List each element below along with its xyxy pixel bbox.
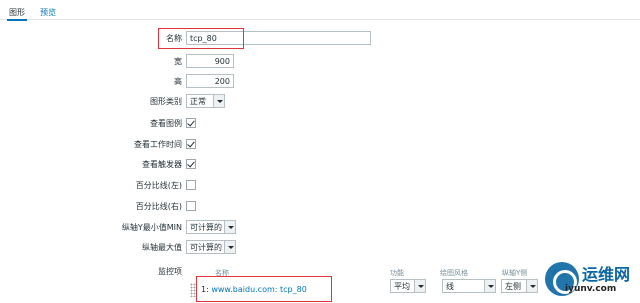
percentile-right-label: 百分比线(右) (135, 202, 182, 211)
width-label: 宽 (174, 57, 182, 66)
show-legend-row: 查看图例 (0, 113, 640, 133)
tab-graph[interactable]: 图形 (7, 7, 27, 21)
height-row: 高 200 (0, 71, 640, 91)
y-max-row: 纵轴最大值 可计算的 (0, 237, 640, 257)
y-min-row: 纵轴Y最小值MIN 可计算的 (0, 217, 640, 237)
height-label: 高 (174, 77, 182, 86)
tab-bar: 图形 预览 (0, 0, 640, 21)
percentile-left-row: 百分比线(左) (0, 175, 640, 195)
items-header-y-side: 纵轴Y侧 (502, 269, 528, 277)
items-header-draw-style: 绘图风格 (440, 269, 468, 277)
graph-form: 名称 tcp_80 宽 900 高 200 图形类别 正常 查看图例 查看工作时… (0, 21, 640, 303)
height-input[interactable]: 200 (186, 74, 234, 88)
chevron-down-icon (224, 221, 235, 233)
show-legend-checkbox[interactable] (186, 118, 196, 128)
show-working-time-row: 查看工作时间 (0, 134, 640, 154)
y-max-select[interactable]: 可计算的 (186, 240, 236, 254)
show-working-time-checkbox[interactable] (186, 139, 196, 149)
item-function-select[interactable]: 平均 (390, 279, 426, 293)
percentile-left-checkbox[interactable] (186, 180, 196, 190)
y-min-label: 纵轴Y最小值MIN (121, 223, 182, 232)
y-max-label: 纵轴最大值 (142, 243, 182, 252)
item-function-value: 平均 (394, 282, 410, 291)
item-draw-style-select[interactable]: 线 (442, 279, 496, 293)
name-highlight-box (158, 28, 244, 49)
y-min-select[interactable]: 可计算的 (186, 220, 236, 234)
watermark-cn: 运维网 (582, 265, 631, 284)
show-legend-label: 查看图例 (150, 119, 182, 128)
width-input[interactable]: 900 (186, 54, 234, 68)
show-triggers-row: 查看触发器 (0, 154, 640, 174)
name-row: 名称 tcp_80 (0, 28, 640, 48)
y-min-value: 可计算的 (190, 223, 222, 232)
chevron-down-icon (224, 241, 235, 253)
graph-type-label: 图形类别 (150, 97, 182, 106)
items-header-function: 功能 (390, 269, 404, 277)
item-highlight-box (196, 276, 332, 302)
show-triggers-checkbox[interactable] (186, 159, 196, 169)
item-draw-style-value: 线 (446, 282, 454, 291)
chevron-down-icon (213, 95, 224, 107)
tab-preview[interactable]: 预览 (40, 7, 56, 18)
percentile-right-row: 百分比线(右) (0, 196, 640, 216)
y-max-value: 可计算的 (190, 243, 222, 252)
width-row: 宽 900 (0, 51, 640, 71)
percentile-left-label: 百分比线(左) (135, 181, 182, 190)
percentile-right-checkbox[interactable] (186, 201, 196, 211)
chevron-down-icon (414, 280, 425, 292)
item-y-side-select[interactable]: 左侧 (501, 279, 538, 293)
show-triggers-label: 查看触发器 (142, 160, 182, 169)
show-working-time-label: 查看工作时间 (134, 140, 182, 149)
chevron-down-icon (526, 280, 537, 292)
item-y-side-value: 左侧 (505, 282, 521, 291)
watermark-logo: 运维网 iyunv.com (545, 258, 640, 303)
chevron-down-icon (484, 280, 495, 292)
watermark-en: iyunv.com (565, 284, 617, 294)
graph-type-row: 图形类别 正常 (0, 91, 640, 111)
graph-type-select[interactable]: 正常 (186, 94, 225, 108)
graph-type-value: 正常 (190, 97, 206, 106)
